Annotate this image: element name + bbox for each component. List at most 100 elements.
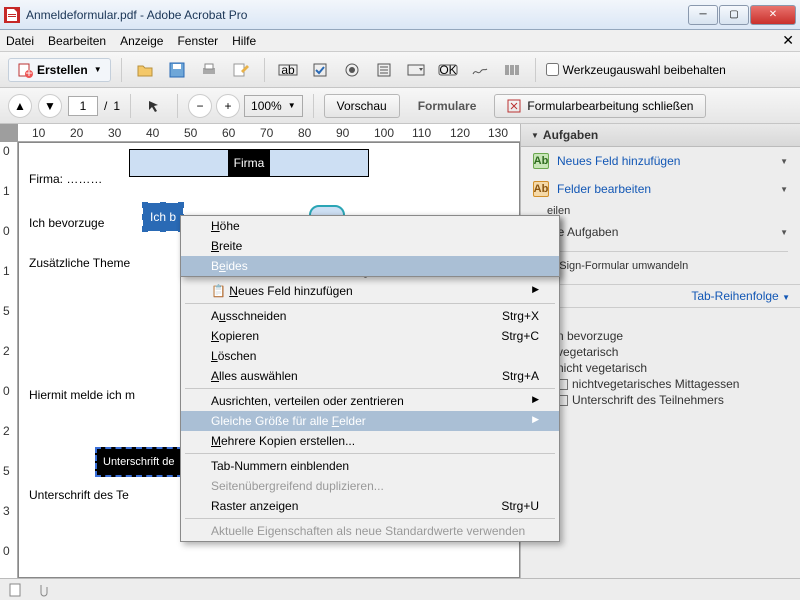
barcode-icon	[503, 62, 521, 78]
toolbar-main: + Erstellen ▼ ab OK Werkzeugauswahl beib…	[0, 52, 800, 88]
page-down-button[interactable]: ▼	[38, 94, 62, 118]
create-icon: +	[17, 62, 33, 78]
minimize-button[interactable]: ─	[688, 5, 718, 25]
toolbar-nav: ▲ ▼ / 1 − + 100% ▼ Vorschau Formulare Fo…	[0, 88, 800, 124]
dropdown-tool[interactable]	[403, 57, 429, 83]
chevron-down-icon: ▼	[780, 228, 788, 237]
close-form-edit-button[interactable]: Formularbearbeitung schließen	[494, 94, 706, 118]
status-page-icon[interactable]	[6, 581, 24, 599]
text-themen: Zusätzliche Theme	[29, 251, 130, 275]
page-up-button[interactable]: ▲	[8, 94, 32, 118]
tasks-header[interactable]: ▼Aufgaben	[521, 124, 800, 147]
ctx-grid[interactable]: Raster anzeigenStrg+U	[181, 496, 559, 516]
ok-button-icon: OK	[438, 62, 458, 78]
button-tool[interactable]: OK	[435, 57, 461, 83]
tree-item[interactable]: nichtvegetarisches Mittagessen	[529, 376, 792, 392]
listbox-tool[interactable]	[371, 57, 397, 83]
signature-tool[interactable]	[467, 57, 493, 83]
tree-item[interactable]: vegetarisch	[529, 344, 792, 360]
pointer-tool[interactable]	[141, 93, 167, 119]
textfield-tool[interactable]: ab	[275, 57, 301, 83]
statusbar	[0, 578, 800, 600]
close-form-label: Formularbearbeitung schließen	[527, 99, 693, 113]
close-button[interactable]: ✕	[750, 5, 796, 25]
tab-order-dropdown[interactable]: Tab-Reihenfolge ▼	[521, 284, 800, 308]
ctx-samesize[interactable]: Gleiche Größe für alle Felder▶	[181, 411, 559, 431]
ruler-vertical: 01015202530	[0, 142, 18, 578]
print-button[interactable]	[196, 57, 222, 83]
save-button[interactable]	[164, 57, 190, 83]
preview-button[interactable]: Vorschau	[324, 94, 400, 118]
tree-item[interactable]: n bevorzuge	[529, 328, 792, 344]
printer-icon	[200, 61, 218, 79]
field-tree[interactable]: Z n bevorzuge vegetarisch nicht vegetari…	[521, 308, 800, 412]
titlebar: Anmeldeformular.pdf - Adobe Acrobat Pro …	[0, 0, 800, 30]
pointer-icon	[147, 99, 161, 113]
menu-file[interactable]: Datei	[6, 34, 34, 48]
menu-view[interactable]: Anzeige	[120, 34, 163, 48]
ctx-align[interactable]: Ausrichten, verteilen oder zentrieren▶	[181, 391, 559, 411]
tree-item[interactable]: Unterschrift des Teilnehmers	[529, 392, 792, 408]
text-firma: Firma: ………	[29, 167, 102, 191]
edit-text-button[interactable]	[228, 57, 254, 83]
doc-close-icon[interactable]: ✕	[782, 32, 794, 49]
ctx-newfield[interactable]: 📋 Neues Feld hinzufügen▶	[181, 281, 559, 301]
ctx-duplicate: Seitenübergreifend duplizieren...	[181, 476, 559, 496]
task-other[interactable]: ere Aufgaben▼	[521, 219, 800, 245]
task-echosign[interactable]: hoSign-Formular umwandeln	[521, 258, 800, 274]
svg-text:OK: OK	[439, 63, 456, 77]
sub-both[interactable]: Beides	[181, 256, 559, 276]
ctx-selectall[interactable]: Alles auswählenStrg+A	[181, 366, 559, 386]
tree-item[interactable]: nicht vegetarisch	[529, 360, 792, 376]
ctx-copy[interactable]: KopierenStrg+C	[181, 326, 559, 346]
text-melde: Hiermit melde ich m	[29, 383, 135, 407]
checkbox-tool[interactable]	[307, 57, 333, 83]
floppy-icon	[168, 61, 186, 79]
barcode-tool[interactable]	[499, 57, 525, 83]
chevron-down-icon: ▼	[288, 101, 296, 110]
maximize-button[interactable]: ▢	[719, 5, 749, 25]
window-title: Anmeldeformular.pdf - Adobe Acrobat Pro	[26, 8, 688, 22]
edit-fields-icon: Ab	[533, 181, 549, 197]
status-attach-icon[interactable]	[32, 581, 50, 599]
keep-tool-input[interactable]	[546, 63, 559, 76]
ctx-defaults: Aktuelle Eigenschaften als neue Standard…	[181, 521, 559, 541]
task-edit-fields[interactable]: Ab Felder bearbeiten▼	[521, 175, 800, 203]
form-close-icon	[507, 99, 521, 113]
text-unterschrift: Unterschrift des Te	[29, 483, 129, 507]
ctx-tabnum[interactable]: Tab-Nummern einblenden	[181, 456, 559, 476]
ctx-multicopy[interactable]: Mehrere Kopien erstellen...	[181, 431, 559, 451]
open-button[interactable]	[132, 57, 158, 83]
zoom-in-button[interactable]: +	[216, 94, 240, 118]
ctx-delete[interactable]: Löschen	[181, 346, 559, 366]
zoom-dropdown[interactable]: 100% ▼	[244, 95, 303, 117]
ctx-cut[interactable]: AusschneidenStrg+X	[181, 306, 559, 326]
zoom-out-button[interactable]: −	[188, 94, 212, 118]
create-label: Erstellen	[37, 63, 88, 77]
checkbox-icon	[312, 62, 328, 78]
dropdown-icon	[407, 62, 425, 78]
field-label-firma: Firma	[228, 150, 271, 176]
radio-icon	[344, 62, 360, 78]
keep-tool-label: Werkzeugauswahl beibehalten	[563, 63, 726, 77]
zoom-value: 100%	[251, 99, 282, 113]
menu-help[interactable]: Hilfe	[232, 34, 256, 48]
keep-tool-checkbox[interactable]: Werkzeugauswahl beibehalten	[546, 63, 726, 77]
add-field-icon: Ab	[533, 153, 549, 169]
menu-window[interactable]: Fenster	[177, 34, 218, 48]
menu-edit[interactable]: Bearbeiten	[48, 34, 106, 48]
page-input[interactable]	[68, 96, 98, 116]
sub-width[interactable]: Breite	[181, 236, 559, 256]
form-field-selected[interactable]: Ich b	[145, 205, 181, 229]
sub-height[interactable]: Höhe	[181, 216, 559, 236]
textfield-icon: ab	[278, 62, 298, 78]
tree-root[interactable]: Z	[529, 312, 792, 328]
svg-text:+: +	[25, 66, 32, 78]
form-field-firma[interactable]: Firma	[129, 149, 369, 177]
forms-label: Formulare	[418, 99, 477, 113]
task-add-field[interactable]: Ab Neues Feld hinzufügen▼	[521, 147, 800, 175]
signature-field[interactable]: Unterschrift de	[95, 447, 183, 477]
task-distribute[interactable]: eilen	[521, 203, 800, 219]
create-button[interactable]: + Erstellen ▼	[8, 58, 111, 82]
radio-tool[interactable]	[339, 57, 365, 83]
